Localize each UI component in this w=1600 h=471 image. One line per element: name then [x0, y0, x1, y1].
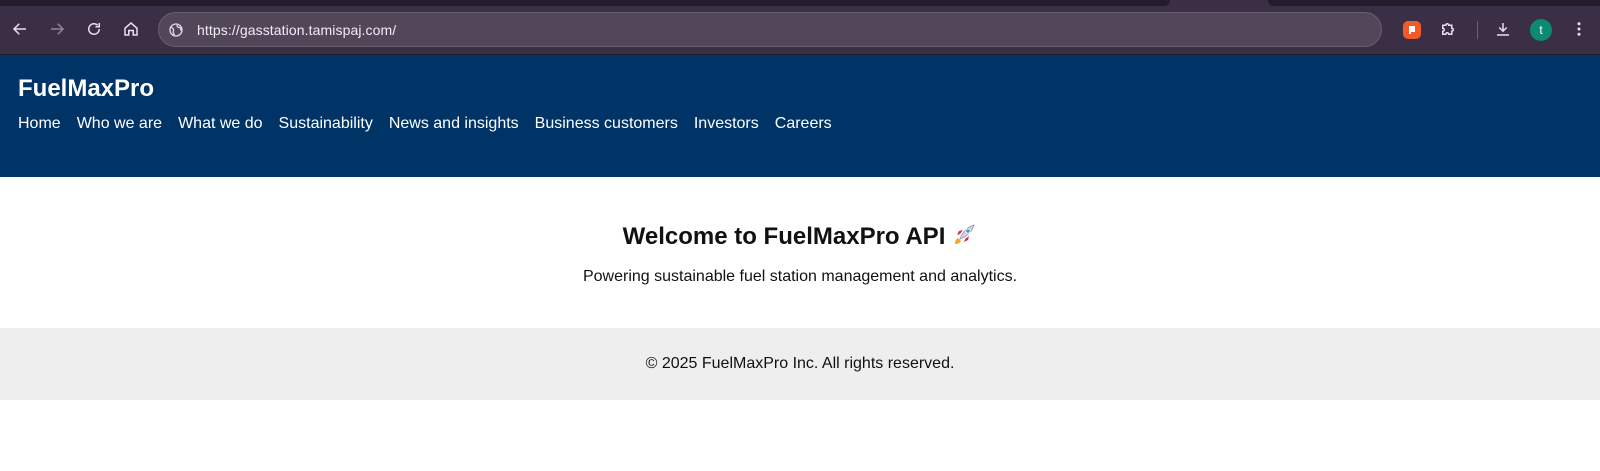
arrow-right-icon — [51, 23, 65, 35]
copyright-text: © 2025 FuelMaxPro Inc. All rights reserv… — [645, 355, 955, 372]
site-footer: © 2025 FuelMaxPro Inc. All rights reserv… — [0, 328, 1600, 400]
home-icon — [124, 22, 138, 36]
tab-strip — [0, 0, 1170, 6]
reload-icon — [88, 23, 100, 35]
back-button[interactable] — [8, 17, 32, 41]
nav-careers[interactable]: Careers — [775, 114, 832, 134]
site-brand[interactable]: FuelMaxPro — [18, 75, 1582, 103]
url-text[interactable]: https://gasstation.tamispaj.com/ — [193, 22, 396, 38]
extensions-button[interactable] — [1437, 18, 1459, 40]
toolbar-divider — [1477, 21, 1478, 39]
profile-avatar[interactable]: t — [1530, 19, 1552, 41]
flag-extension-button[interactable] — [1403, 21, 1421, 39]
puzzle-icon — [1442, 23, 1454, 35]
nav-sustainability[interactable]: Sustainability — [279, 114, 373, 134]
tagline: Powering sustainable fuel station manage… — [582, 268, 1018, 285]
nav-what-we-do[interactable]: What we do — [178, 114, 262, 134]
main-nav: Home Who we are What we do Sustainabilit… — [18, 114, 1582, 134]
main-content: Welcome to FuelMaxPro API Powering susta… — [0, 177, 1600, 328]
globe-icon[interactable] — [159, 13, 193, 46]
browser-toolbar: https://gasstation.tamispaj.com/ t — [0, 0, 1600, 55]
arrow-left-icon — [12, 23, 26, 35]
page-title: Welcome to FuelMaxPro API — [0, 222, 1600, 251]
nav-who-we-are[interactable]: Who we are — [77, 114, 162, 134]
reload-button[interactable] — [82, 17, 106, 41]
nav-news-and-insights[interactable]: News and insights — [389, 114, 519, 134]
browser-menu-button[interactable] — [1568, 18, 1590, 40]
tab-strip-right — [1268, 0, 1600, 6]
kebab-menu-icon — [1577, 22, 1581, 36]
site-header: FuelMaxPro Home Who we are What we do Su… — [0, 55, 1600, 177]
flag-extension-icon — [1409, 26, 1415, 34]
address-bar[interactable]: https://gasstation.tamispaj.com/ — [158, 12, 1382, 47]
nav-investors[interactable]: Investors — [694, 114, 759, 134]
home-button[interactable] — [119, 17, 143, 41]
download-icon — [1497, 23, 1509, 36]
nav-business-customers[interactable]: Business customers — [535, 114, 678, 134]
downloads-button[interactable] — [1492, 18, 1514, 40]
page-title-text: Welcome to FuelMaxPro API — [622, 223, 946, 250]
rocket-icon — [955, 224, 975, 244]
nav-home[interactable]: Home — [18, 114, 61, 134]
forward-button[interactable] — [45, 17, 69, 41]
